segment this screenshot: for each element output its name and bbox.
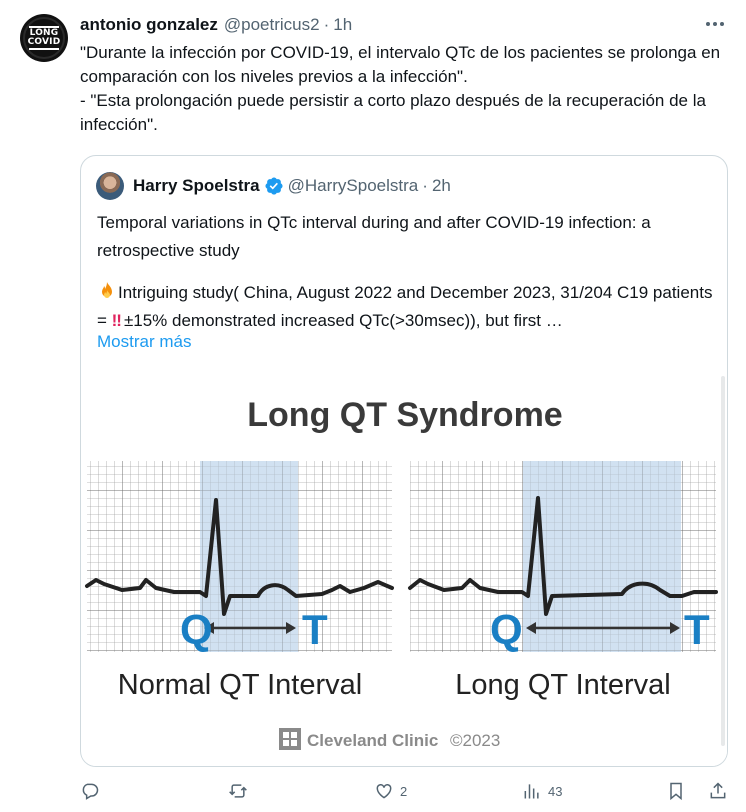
- quote-image[interactable]: Long QT Syndrome Q T Normal QT Interval: [82, 370, 727, 766]
- verified-icon: [265, 177, 283, 195]
- share-icon: [710, 782, 726, 799]
- quote-author-avatar[interactable]: [96, 172, 124, 200]
- quote-header: Harry Spoelstra @HarrySpoelstra · 2h: [133, 174, 451, 198]
- views-button[interactable]: 43: [522, 780, 562, 802]
- image-scrollbar[interactable]: [721, 376, 725, 746]
- quote-body-text-2: ±15% demonstrated increased QTc(>30msec)…: [123, 311, 563, 330]
- q-letter: Q: [180, 606, 213, 653]
- tweet-text: "Durante la infección por COVID-19, el i…: [80, 41, 730, 137]
- diagram-title: Long QT Syndrome: [247, 396, 562, 434]
- retweet-icon: [229, 784, 247, 798]
- cleveland-clinic-logo: [279, 728, 301, 750]
- author-avatar[interactable]: LONG COVID: [20, 14, 68, 62]
- footer-brand: Cleveland Clinic: [307, 731, 438, 750]
- long-qt-panel: Q T Long QT Interval: [408, 461, 718, 701]
- show-more-link[interactable]: Mostrar más: [97, 332, 191, 352]
- separator-dot: ·: [422, 176, 428, 195]
- t-letter: T: [302, 606, 328, 653]
- share-button[interactable]: [708, 780, 728, 802]
- double-exclamation-emoji: ‼: [111, 311, 122, 330]
- normal-qt-panel: Q T Normal QT Interval: [85, 461, 394, 701]
- long-qt-label: Long QT Interval: [455, 669, 670, 701]
- views-icon: [524, 784, 539, 799]
- author-name[interactable]: antonio gonzalez: [80, 15, 218, 35]
- action-bar: 2 43: [80, 780, 730, 802]
- long-qt-diagram: Long QT Syndrome Q T Normal QT Interval: [85, 396, 718, 750]
- like-icon: [376, 783, 392, 799]
- more-icon[interactable]: [706, 18, 726, 30]
- quoted-tweet[interactable]: Harry Spoelstra @HarrySpoelstra · 2h Tem…: [80, 155, 728, 767]
- footer-copyright: ©2023: [450, 731, 500, 750]
- tweet-header: antonio gonzalez @poetricus2 · 1h: [80, 14, 352, 36]
- tweet-time[interactable]: 1h: [333, 15, 352, 35]
- avatar-text-covid: COVID: [27, 37, 61, 47]
- bookmark-button[interactable]: [666, 780, 686, 802]
- author-handle[interactable]: @poetricus2: [224, 15, 320, 35]
- normal-qt-label: Normal QT Interval: [118, 669, 362, 701]
- quote-body: Intriguing study( China, August 2022 and…: [97, 279, 717, 335]
- separator-dot: ·: [323, 15, 330, 34]
- quote-author-name[interactable]: Harry Spoelstra: [133, 176, 260, 196]
- tweet[interactable]: LONG COVID antonio gonzalez @poetricus2 …: [0, 0, 746, 812]
- bookmark-icon: [670, 782, 682, 801]
- like-count: 2: [400, 783, 408, 799]
- like-button[interactable]: 2: [374, 780, 407, 802]
- retweet-button[interactable]: [228, 780, 254, 802]
- avatar-logo: LONG COVID: [28, 25, 61, 51]
- quote-title: Temporal variations in QTc interval duri…: [97, 213, 651, 260]
- reply-button[interactable]: [80, 780, 106, 802]
- fire-emoji: [102, 282, 112, 298]
- tweet-text-line: - "Esta prolongación puede persistir a c…: [80, 91, 706, 134]
- t-letter: T: [684, 606, 710, 653]
- q-letter: Q: [490, 606, 523, 653]
- tweet-text-line: "Durante la infección por COVID-19, el i…: [80, 43, 721, 86]
- views-count: 43: [548, 783, 563, 799]
- quote-time[interactable]: 2h: [432, 176, 451, 196]
- reply-icon: [82, 783, 99, 800]
- quote-author-handle[interactable]: @HarrySpoelstra: [288, 176, 419, 196]
- quote-text: Temporal variations in QTc interval duri…: [97, 209, 717, 335]
